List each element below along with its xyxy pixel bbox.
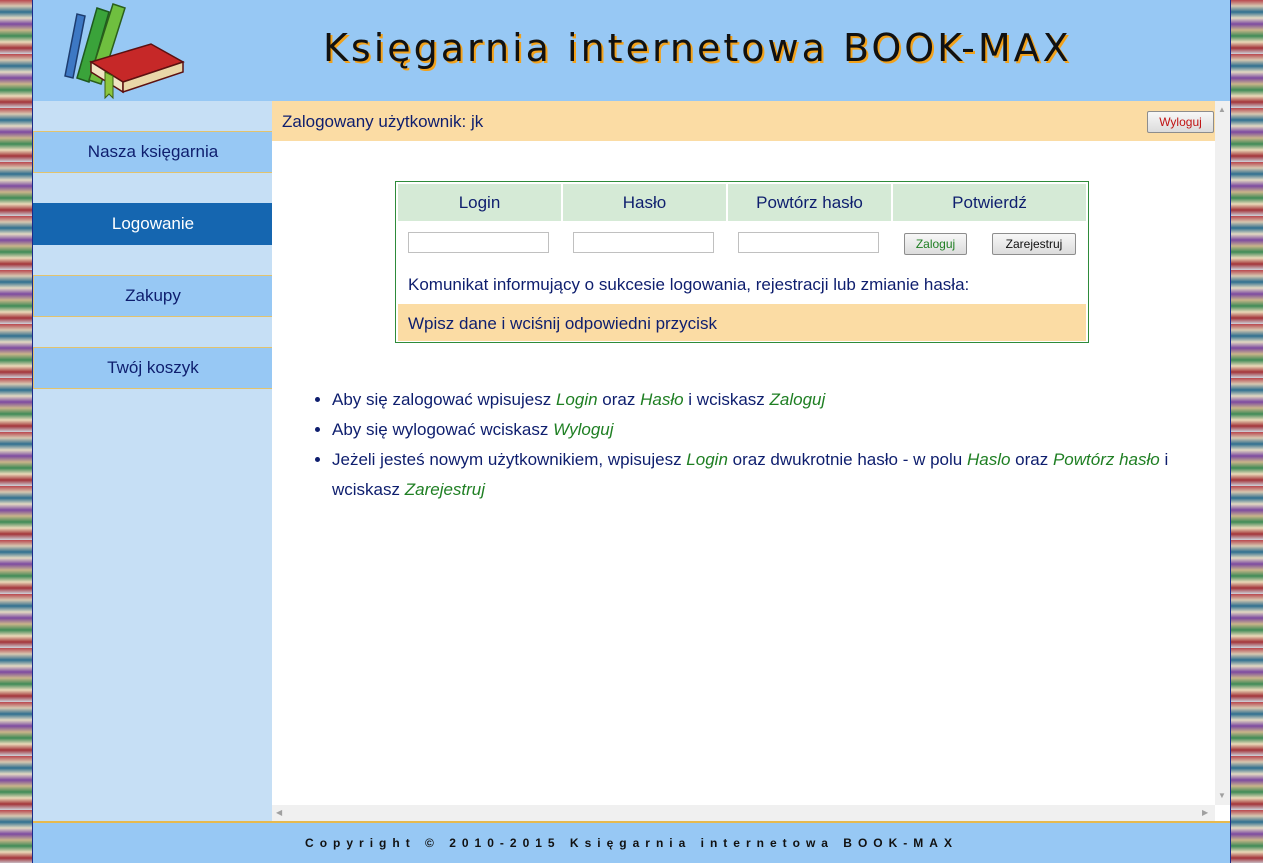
scroll-right-icon[interactable]: ▶ xyxy=(1202,808,1208,817)
scroll-up-icon[interactable]: ▲ xyxy=(1218,105,1226,114)
sidebar-item-nasza-ksiegarnia[interactable]: Nasza księgarnia xyxy=(33,131,273,173)
column-header-repeat-password: Powtórz hasło xyxy=(728,184,891,221)
login-input[interactable] xyxy=(408,232,549,253)
scroll-left-icon[interactable]: ◀ xyxy=(276,808,282,817)
vertical-scrollbar[interactable]: ▲ ▼ xyxy=(1215,101,1230,805)
books-logo xyxy=(64,3,185,100)
site-header: Księgarnia internetowa BOOK-MAX xyxy=(33,0,1230,101)
status-message: Wpisz dane i wciśnij odpowiedni przycisk xyxy=(408,314,717,333)
status-message-box: Wpisz dane i wciśnij odpowiedni przycisk xyxy=(398,304,1086,341)
sidebar-item-zakupy[interactable]: Zakupy xyxy=(33,275,273,317)
column-header-password: Hasło xyxy=(563,184,726,221)
site-title: Księgarnia internetowa BOOK-MAX xyxy=(323,26,1072,70)
instructions-list: Aby się zalogować wpisujesz Login oraz H… xyxy=(312,385,1212,505)
scroll-down-icon[interactable]: ▼ xyxy=(1218,791,1226,800)
horizontal-scrollbar[interactable]: ◀ ▶ xyxy=(272,805,1215,821)
password-input[interactable] xyxy=(573,232,714,253)
register-button[interactable]: Zarejestruj xyxy=(992,233,1076,255)
message-label: Komunikat informujący o sukcesie logowan… xyxy=(408,275,970,294)
sidebar-item-logowanie[interactable]: Logowanie xyxy=(33,203,273,245)
copyright-text: Copyright © 2010-2015 Księgarnia interne… xyxy=(305,836,958,850)
sidebar-item-twoj-koszyk[interactable]: Twój koszyk xyxy=(33,347,273,389)
logged-user-label: Zalogowany użytkownik: jk xyxy=(282,112,484,131)
list-item: Jeżeli jesteś nowym użytkownikiem, wpisu… xyxy=(332,445,1212,505)
main-content: Zalogowany użytkownik: jk Wyloguj Login … xyxy=(272,101,1230,821)
repeat-password-input[interactable] xyxy=(738,232,879,253)
column-header-login: Login xyxy=(398,184,561,221)
list-item: Aby się wylogować wciskasz Wyloguj xyxy=(332,415,1212,445)
login-form: Login Hasło Powtórz hasło Potwierdź Zalo… xyxy=(395,181,1089,343)
login-button[interactable]: Zaloguj xyxy=(904,233,967,255)
list-item: Aby się zalogować wpisujesz Login oraz H… xyxy=(332,385,1212,415)
logout-button[interactable]: Wyloguj xyxy=(1147,111,1214,133)
site-footer: Copyright © 2010-2015 Księgarnia interne… xyxy=(33,821,1230,863)
column-header-confirm: Potwierdź xyxy=(893,184,1086,221)
user-bar: Zalogowany użytkownik: jk Wyloguj xyxy=(272,101,1215,141)
sidebar: Nasza księgarnia Logowanie Zakupy Twój k… xyxy=(33,101,273,821)
page-frame: Księgarnia internetowa BOOK-MAX Nasza ks… xyxy=(32,0,1231,863)
